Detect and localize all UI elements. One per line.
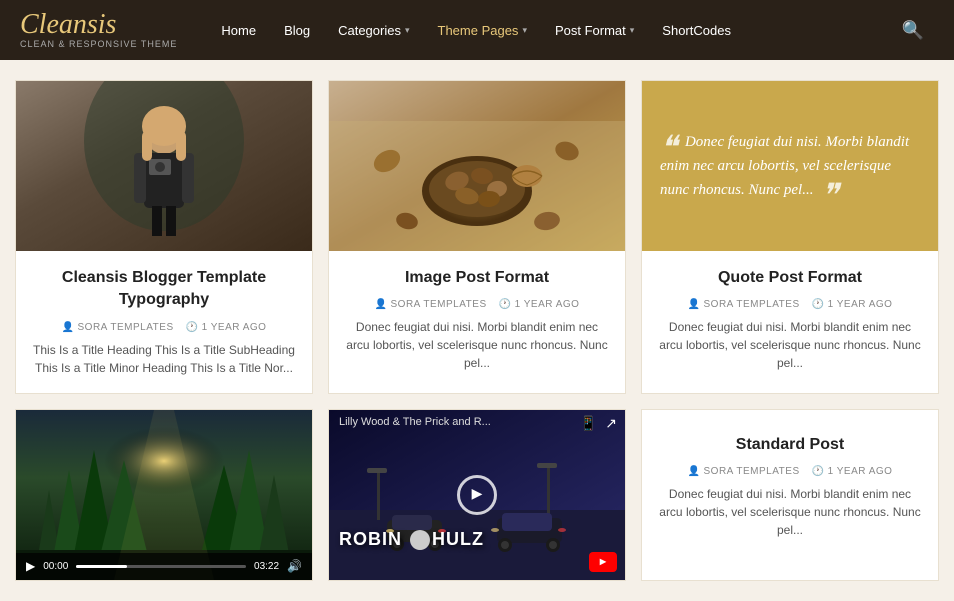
clock-icon: 🕐 [499, 299, 512, 310]
video-controls: ▶ 00:00 03:22 🔊 [16, 553, 312, 580]
card-body: Cleansis Blogger Template Typography 👤 S… [16, 251, 312, 393]
chevron-down-icon: ▾ [405, 25, 410, 36]
time-ago: 1 YEAR AGO [828, 299, 893, 310]
yt-play-button[interactable]: ▶ [457, 475, 497, 515]
author-name: SORA TEMPLATES [704, 466, 800, 477]
author-meta: 👤 SORA TEMPLATES [688, 466, 800, 477]
author-meta: 👤 SORA TEMPLATES [62, 322, 174, 333]
youtube-logo: ▶ [589, 552, 617, 572]
clock-icon: 🕐 [812, 466, 825, 477]
post-title: Quote Post Format [658, 267, 922, 289]
time-ago: 1 YEAR AGO [515, 299, 580, 310]
chevron-down-icon: ▾ [522, 25, 527, 36]
post-meta: 👤 SORA TEMPLATES 🕐 1 YEAR AGO [658, 299, 922, 310]
yt-background: Lilly Wood & The Prick and R... 📱 ↗ ROBI… [329, 410, 625, 580]
user-icon: 👤 [375, 299, 388, 310]
logo-title: Cleansis [20, 11, 177, 39]
card-body: Image Post Format 👤 SORA TEMPLATES 🕐 1 Y… [329, 251, 625, 388]
nav-item-blog[interactable]: Blog [270, 0, 324, 60]
nav-item-post-format-label: Post Format [555, 23, 626, 38]
author-meta: 👤 SORA TEMPLATES [688, 299, 800, 310]
time-meta: 🕐 1 YEAR AGO [812, 299, 893, 310]
logo-subtitle: Clean & Responsive Theme [20, 39, 177, 49]
yt-overlay-title: Lilly Wood & The Prick and R... [339, 416, 575, 428]
nav-item-home[interactable]: Home [207, 0, 270, 60]
post-title: Cleansis Blogger Template Typography [32, 267, 296, 312]
navigation: Cleansis Clean & Responsive Theme Home B… [0, 0, 954, 60]
post-excerpt: Donec feugiat dui nisi. Morbi blandit en… [658, 318, 922, 372]
video-thumbnail: ▶ 00:00 03:22 🔊 [16, 410, 312, 580]
user-icon: 👤 [62, 322, 75, 333]
post-excerpt: Donec feugiat dui nisi. Morbi blandit en… [658, 485, 922, 539]
site-logo[interactable]: Cleansis Clean & Responsive Theme [20, 11, 177, 49]
post-meta: 👤 SORA TEMPLATES 🕐 1 YEAR AGO [32, 322, 296, 333]
time-ago: 1 YEAR AGO [828, 466, 893, 477]
time-meta: 🕐 1 YEAR AGO [186, 322, 267, 333]
volume-icon[interactable]: 🔊 [287, 559, 302, 574]
share-icon: ↗ [605, 416, 617, 433]
card-video-forest: ▶ 00:00 03:22 🔊 [15, 409, 313, 581]
card-image-woman [16, 81, 312, 251]
card-blogger-typography: Cleansis Blogger Template Typography 👤 S… [15, 80, 313, 394]
quote-text: ❝ Donec feugiat dui nisi. Morbi blandit … [660, 130, 920, 202]
nav-item-shortcodes[interactable]: ShortCodes [648, 0, 745, 60]
author-name: SORA TEMPLATES [391, 299, 487, 310]
author-name: SORA TEMPLATES [78, 322, 174, 333]
user-icon: 👤 [688, 299, 701, 310]
yt-artist-name: ROBIN HULZ [339, 529, 484, 550]
nav-item-blog-label: Blog [284, 23, 310, 38]
play-button[interactable]: ▶ [26, 559, 35, 574]
nav-item-post-format[interactable]: Post Format ▾ [541, 0, 648, 60]
card-quote-highlight: ❝ Donec feugiat dui nisi. Morbi blandit … [641, 80, 939, 394]
main-content: Cleansis Blogger Template Typography 👤 S… [0, 60, 954, 601]
nav-menu: Home Blog Categories ▾ Theme Pages ▾ Pos… [207, 0, 891, 60]
nav-item-shortcodes-label: ShortCodes [662, 23, 731, 38]
post-meta: 👤 SORA TEMPLATES 🕐 1 YEAR AGO [345, 299, 609, 310]
time-meta: 🕐 1 YEAR AGO [812, 466, 893, 477]
close-quote-icon: ❞ [821, 177, 838, 213]
card-body: Quote Post Format 👤 SORA TEMPLATES 🕐 1 Y… [642, 251, 938, 388]
clock-icon: 🕐 [186, 322, 199, 333]
card-standard-post: Standard Post 👤 SORA TEMPLATES 🕐 1 YEAR … [641, 409, 939, 581]
quote-content: Donec feugiat dui nisi. Morbi blandit en… [660, 134, 909, 198]
nav-item-home-label: Home [221, 23, 256, 38]
card-image-post-format: Image Post Format 👤 SORA TEMPLATES 🕐 1 Y… [328, 80, 626, 394]
card-body: Standard Post 👤 SORA TEMPLATES 🕐 1 YEAR … [642, 410, 938, 555]
card-robin-schulz: Lilly Wood & The Prick and R... 📱 ↗ ROBI… [328, 409, 626, 581]
post-title: Standard Post [658, 434, 922, 456]
youtube-thumbnail: Lilly Wood & The Prick and R... 📱 ↗ ROBI… [329, 410, 625, 580]
progress-fill [76, 565, 127, 568]
user-icon: 👤 [688, 466, 701, 477]
nav-item-categories[interactable]: Categories ▾ [324, 0, 423, 60]
post-title: Image Post Format [345, 267, 609, 289]
author-meta: 👤 SORA TEMPLATES [375, 299, 487, 310]
progress-bar[interactable] [76, 565, 246, 568]
nav-item-categories-label: Categories [338, 23, 401, 38]
chevron-down-icon: ▾ [630, 25, 635, 36]
nav-item-theme-pages[interactable]: Theme Pages ▾ [424, 0, 541, 60]
search-icon[interactable]: 🔍 [892, 20, 934, 41]
time-ago: 1 YEAR AGO [202, 322, 267, 333]
post-excerpt: Donec feugiat dui nisi. Morbi blandit en… [345, 318, 609, 372]
clock-icon: 🕐 [812, 299, 825, 310]
quote-highlight-block: ❝ Donec feugiat dui nisi. Morbi blandit … [642, 81, 938, 251]
time-meta: 🕐 1 YEAR AGO [499, 299, 580, 310]
total-time: 03:22 [254, 561, 279, 572]
post-excerpt: This Is a Title Heading This Is a Title … [32, 341, 296, 377]
phone-icon: 📱 [580, 416, 597, 433]
author-name: SORA TEMPLATES [704, 299, 800, 310]
post-meta: 👤 SORA TEMPLATES 🕐 1 YEAR AGO [658, 466, 922, 477]
card-image-food [329, 81, 625, 251]
nav-item-theme-pages-label: Theme Pages [438, 23, 519, 38]
current-time: 00:00 [43, 561, 68, 572]
